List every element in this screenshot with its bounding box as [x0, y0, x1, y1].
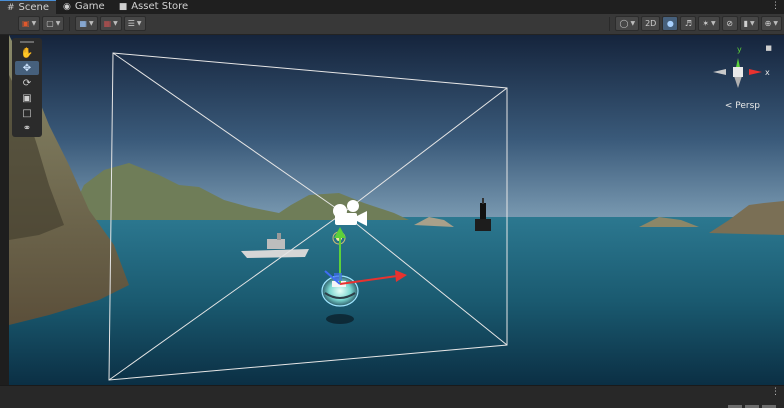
hand-icon: ✋	[20, 47, 34, 59]
draw-mode-button[interactable]: ▣ ▼	[18, 16, 41, 31]
rotate-icon: ⟳	[22, 77, 32, 89]
tab-game[interactable]: ◉ Game	[56, 0, 112, 14]
render-mode-button[interactable]: ▢ ▼	[42, 16, 65, 31]
gizmo-neg-y-cone[interactable]	[734, 76, 742, 88]
scene-render	[9, 35, 784, 385]
mode-2d-toggle[interactable]: 2D	[641, 16, 661, 31]
increment-snap-button[interactable]: ▦ ▼	[99, 16, 122, 31]
lock-icon[interactable]: ■	[765, 44, 772, 52]
chevron-down-icon: ▼	[31, 20, 37, 27]
bottom-panel: ⋮	[0, 385, 784, 408]
audio-toggle[interactable]: ♬	[680, 16, 697, 31]
scale-tool-button[interactable]: ▣	[15, 91, 39, 105]
shading-mode-button[interactable]: ◯ ▼	[615, 16, 640, 31]
tab-asset-store-label: Asset Store	[131, 1, 189, 12]
window-tab-bar: # Scene ◉ Game ■ Asset Store ⋮	[0, 0, 784, 14]
grid-snap-icon: ▦	[79, 19, 87, 28]
scale-icon: ▣	[22, 92, 32, 104]
transform-icon: ⚭	[22, 122, 32, 134]
panel-menu-icon[interactable]: ⋮	[771, 387, 780, 397]
chevron-down-icon: ▼	[630, 20, 636, 27]
lightbulb-icon: ●	[666, 19, 674, 28]
projection-toggle[interactable]: < Persp	[725, 101, 760, 111]
chevron-down-icon: ▼	[750, 20, 755, 27]
gizmos-button[interactable]: ⊕ ▼	[760, 16, 782, 31]
chevron-down-icon: ▼	[88, 20, 94, 27]
grid-icon: #	[7, 2, 15, 13]
align-button[interactable]: ☰ ▼	[123, 16, 146, 31]
move-tool-button[interactable]: ✥	[15, 61, 39, 75]
mode-2d-label: 2D	[645, 19, 657, 28]
visibility-toggle[interactable]: ⊘	[721, 16, 738, 31]
gizmo-neg-x-cone[interactable]	[713, 69, 726, 75]
grid-snap-button[interactable]: ▦ ▼	[75, 16, 98, 31]
gamepad-icon: ◉	[63, 2, 71, 12]
scene-toolbar: ▣ ▼ ▢ ▼ ▦ ▼ ▦ ▼ ☰ ▼ ◯ ▼ 2D ● ♬ ✶ ▼ ⊘ ▮ ▼…	[0, 14, 784, 35]
chevron-down-icon: ▼	[773, 20, 778, 27]
increment-snap-icon: ▦	[103, 19, 112, 28]
audio-icon: ♬	[684, 19, 692, 28]
tool-palette: ✋ ✥ ⟳ ▣ □ ⚭	[12, 38, 42, 137]
tab-menu-icon[interactable]: ⋮	[771, 1, 780, 11]
tab-scene-label: Scene	[18, 1, 50, 13]
scene-viewport[interactable]	[9, 35, 784, 385]
lighting-toggle[interactable]: ●	[662, 16, 679, 31]
tab-scene[interactable]: # Scene	[0, 0, 57, 14]
hand-tool-button[interactable]: ✋	[15, 46, 39, 60]
toolbar-separator	[609, 16, 611, 31]
palette-grip[interactable]	[20, 41, 34, 43]
shading-mode-icon: ◯	[619, 19, 629, 28]
rect-icon: □	[22, 107, 32, 119]
effects-icon: ✶	[702, 19, 710, 28]
persp-arrow-icon: <	[724, 101, 733, 111]
bag-icon: ■	[118, 2, 128, 12]
gizmo-x-label: x	[765, 68, 770, 77]
transform-tool-button[interactable]: ⚭	[15, 121, 39, 135]
gizmos-icon: ⊕	[764, 19, 772, 28]
chevron-down-icon: ▼	[136, 20, 142, 27]
rect-tool-button[interactable]: □	[15, 106, 39, 120]
gizmo-center-cube[interactable]	[733, 67, 743, 77]
toolbar-separator	[69, 16, 71, 31]
gizmo-y-label: y	[737, 45, 742, 54]
unity-scene-editor: # Scene ◉ Game ■ Asset Store ⋮ ▣ ▼ ▢ ▼ ▦ ▼	[0, 0, 784, 408]
draw-mode-icon: ▣	[22, 19, 30, 28]
viewport-left-gutter	[0, 35, 9, 385]
align-icon: ☰	[127, 19, 135, 28]
chevron-down-icon: ▼	[55, 20, 61, 27]
effects-button[interactable]: ✶ ▼	[698, 16, 720, 31]
cube-icon: ▢	[46, 19, 54, 28]
projection-label: Persp	[735, 101, 760, 111]
hidden-eye-icon: ⊘	[726, 19, 733, 28]
chevron-down-icon: ▼	[711, 20, 716, 27]
gizmo-x-cone[interactable]	[749, 69, 762, 75]
sea	[9, 217, 784, 385]
camera-settings-button[interactable]: ▮ ▼	[739, 16, 759, 31]
tab-game-label: Game	[74, 1, 105, 12]
tab-asset-store[interactable]: ■ Asset Store	[112, 0, 195, 14]
chevron-down-icon: ▼	[113, 20, 118, 27]
move-icon: ✥	[22, 62, 32, 74]
rotate-tool-button[interactable]: ⟳	[15, 76, 39, 90]
camera-icon: ▮	[743, 19, 749, 28]
